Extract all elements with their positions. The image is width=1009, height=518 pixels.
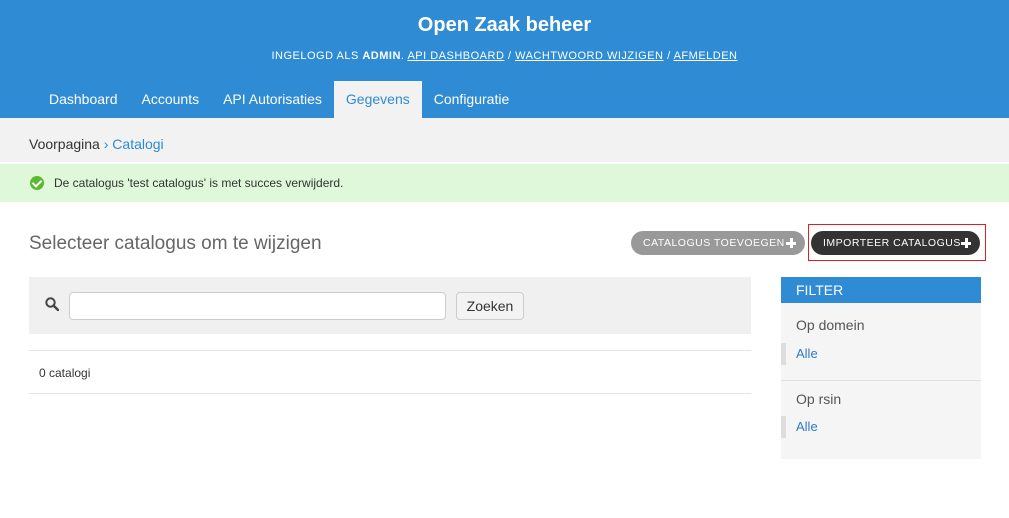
- filter-option-domein-alle[interactable]: Alle: [781, 343, 981, 365]
- logout-link[interactable]: AFMELDEN: [674, 50, 738, 62]
- filter-heading-domein: Op domein: [796, 317, 865, 333]
- filter-panel: FILTER Op domein Alle Op rsin Alle: [781, 277, 981, 459]
- filter-heading-rsin: Op rsin: [796, 391, 842, 407]
- filter-option-rsin-alle[interactable]: Alle: [781, 416, 981, 438]
- search-icon: [45, 297, 59, 311]
- user-prefix: INGELOGD ALS: [271, 50, 359, 62]
- breadcrumb-home-link[interactable]: Voorpagina: [29, 136, 100, 152]
- separator: /: [667, 50, 671, 62]
- site-title: Open Zaak beheer: [417, 14, 592, 36]
- filter-title: FILTER: [781, 277, 981, 303]
- breadcrumb-current: Catalogi: [112, 136, 164, 152]
- check-circle-icon: [30, 176, 44, 190]
- change-password-link[interactable]: WACHTWOORD WIJZIGEN: [515, 50, 663, 62]
- breadcrumb-separator: ›: [103, 136, 109, 152]
- success-message-text: De catalogus 'test catalogus' is met suc…: [54, 176, 344, 190]
- api-dashboard-link[interactable]: API DASHBOARD: [407, 50, 504, 62]
- add-catalogus-label: CATALOGUS TOEVOEGEN: [643, 237, 785, 249]
- user-tools: INGELOGD ALS ADMIN. API DASHBOARD / WACH…: [271, 50, 738, 62]
- search-input[interactable]: [69, 292, 446, 320]
- divider: [781, 380, 981, 381]
- add-catalogus-button[interactable]: CATALOGUS TOEVOEGEN: [631, 231, 805, 255]
- nav-dashboard[interactable]: Dashboard: [37, 81, 130, 118]
- nav-accounts[interactable]: Accounts: [130, 81, 212, 118]
- nav-configuratie[interactable]: Configuratie: [422, 81, 522, 118]
- search-button[interactable]: Zoeken: [456, 292, 524, 320]
- page-title: Selecteer catalogus om te wijzigen: [29, 233, 322, 254]
- success-message: De catalogus 'test catalogus' is met suc…: [0, 164, 1009, 202]
- nav-api-autorisaties[interactable]: API Autorisaties: [211, 81, 334, 118]
- highlight-box: [808, 224, 986, 261]
- nav-gegevens[interactable]: Gegevens: [333, 81, 422, 118]
- breadcrumb: Voorpagina › Catalogi: [0, 118, 1009, 162]
- result-count: 0 catalogi: [39, 366, 91, 380]
- divider: [29, 350, 751, 351]
- search-bar: Zoeken: [29, 277, 751, 334]
- plus-icon: [786, 238, 796, 248]
- divider: [29, 393, 751, 394]
- site-header: Open Zaak beheer INGELOGD ALS ADMIN. API…: [0, 0, 1009, 118]
- separator: /: [507, 50, 512, 62]
- username: ADMIN: [362, 50, 401, 62]
- main-nav: Dashboard Accounts API Autorisaties Gege…: [37, 81, 521, 118]
